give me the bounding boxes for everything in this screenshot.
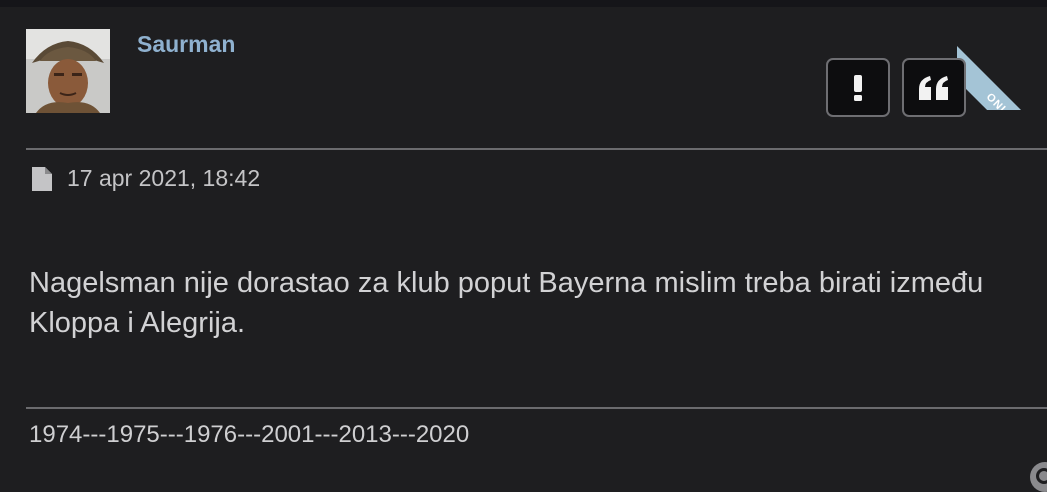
exclamation-icon [854, 74, 862, 101]
post-timestamp[interactable]: 17 apr 2021, 18:42 [67, 165, 260, 192]
avatar[interactable] [26, 29, 110, 113]
online-status-ribbon: ONLINE [957, 0, 1047, 110]
signature-divider [26, 407, 1047, 409]
post-meta: 17 apr 2021, 18:42 [31, 165, 260, 192]
avatar-image [26, 29, 110, 113]
quote-button[interactable] [902, 58, 966, 117]
document-icon [32, 166, 52, 191]
online-status-band: ONLINE [957, 40, 1047, 110]
top-bar [0, 0, 1047, 7]
quote-icon [919, 75, 948, 100]
author-username[interactable]: Saurman [137, 31, 235, 58]
header-divider [26, 148, 1047, 150]
post-body-text: Nagelsman nije dorastao za klub poput Ba… [29, 267, 984, 339]
report-button[interactable] [826, 58, 890, 117]
online-status-label: ONLINE [960, 67, 1030, 110]
user-signature: 1974---1975---1976---2001---2013---2020 [29, 421, 470, 448]
scroll-top-icon[interactable] [1030, 462, 1047, 492]
